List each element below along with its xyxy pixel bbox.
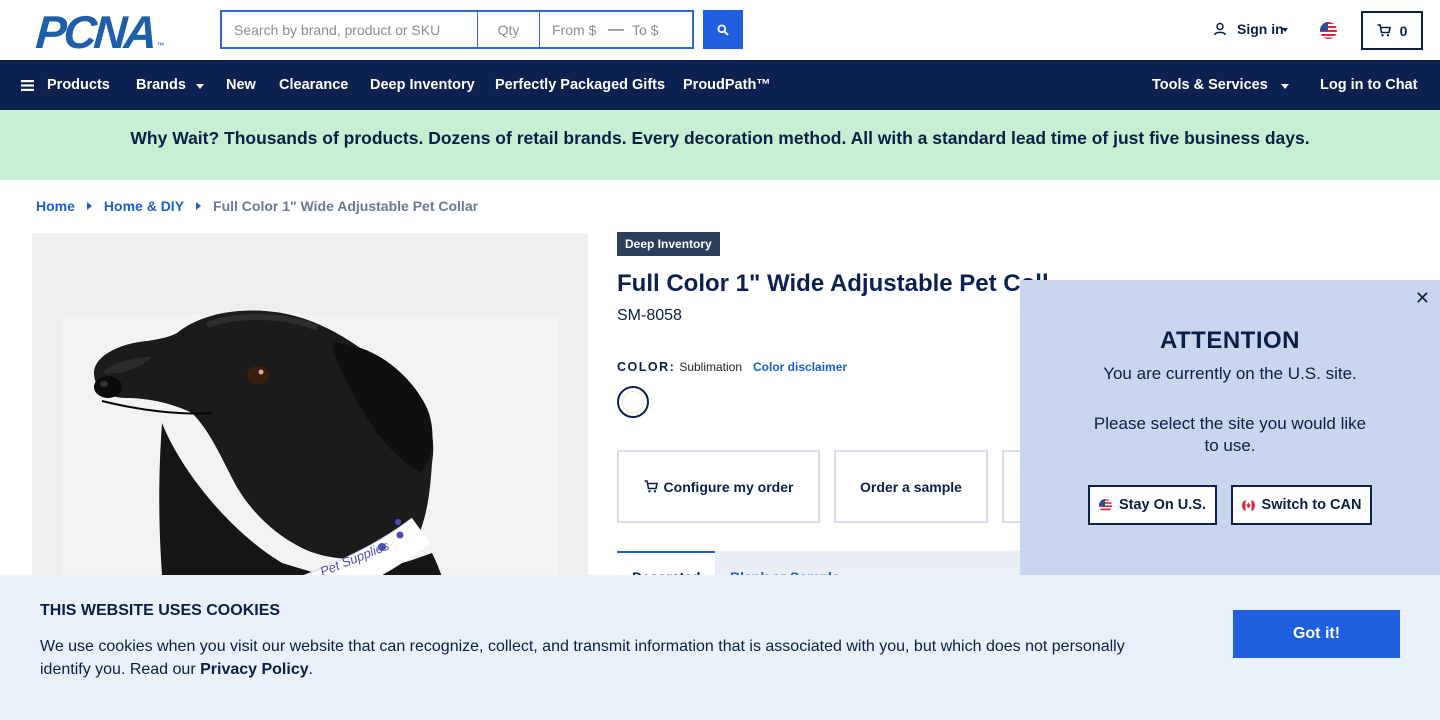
product-sku: SM-8058 [617,307,682,324]
popup-title: ATTENTION [1159,327,1301,354]
search-icon [717,24,729,36]
site-header: PCNA ™ — Sign in [0,0,1440,60]
nav-tools-label: Tools & Services [1152,77,1268,93]
site-select-popup: ✕ ATTENTION You are currently on the U.S… [1020,280,1440,575]
price-range-dash: — [608,20,624,38]
canada-flag-icon [1241,498,1255,512]
popup-current-site-text: You are currently on the U.S. site. [1103,364,1357,383]
breadcrumb-separator-icon [86,202,92,210]
order-sample-label: Order a sample [860,478,962,495]
search-input[interactable] [222,12,478,47]
nav-gifts[interactable]: Perfectly Packaged Gifts [495,60,665,110]
us-flag-icon[interactable] [1320,22,1337,39]
color-row: COLOR: Sublimation Color disclaimer [617,360,847,374]
hamburger-icon [21,79,34,91]
configure-order-label: Configure my order [663,478,794,495]
stay-us-label: Stay On U.S. [1118,497,1207,513]
sign-in-label: Sign in [1237,21,1284,37]
user-icon [1213,22,1227,36]
price-from-input[interactable] [540,12,606,47]
cookie-end: . [308,661,314,678]
cookie-title: THIS WEBSITE USES COOKIES [40,602,281,619]
nav-brands-label: Brands [136,77,186,93]
cart-count: 0 [1399,22,1408,39]
price-to-input[interactable] [626,12,694,47]
pricing-tabs: Decorated Blank or Sample [617,551,1020,577]
close-icon[interactable]: ✕ [1415,288,1430,309]
promo-text: Why Wait? Thousands of products. Dozens … [130,127,1310,148]
nav-products[interactable]: Products [21,60,110,110]
product-title: Full Color 1" Wide Adjustable Pet Coll [617,270,1049,297]
nav-proudpath[interactable]: ProudPath™ [683,60,771,110]
logo-text: PCNA [34,6,157,58]
order-sample-button[interactable]: Order a sample [834,450,988,523]
cart-button[interactable]: 0 [1361,11,1423,50]
cookie-text: We use cookies when you visit our websit… [40,635,1150,681]
promo-banner: Why Wait? Thousands of products. Dozens … [0,110,1440,180]
cookie-banner: THIS WEBSITE USES COOKIES We use cookies… [0,575,1440,720]
nav-chat[interactable]: Log in to Chat [1320,60,1417,110]
nav-products-label: Products [47,77,110,93]
color-disclaimer-link[interactable]: Color disclaimer [753,360,847,374]
cart-icon [1377,24,1391,37]
stay-us-button[interactable]: Stay On U.S. [1088,485,1217,525]
color-swatch-sublimation[interactable] [617,386,649,418]
pcna-logo[interactable]: PCNA ™ [34,6,165,58]
privacy-policy-link[interactable]: Privacy Policy [200,661,309,678]
breadcrumb-home-diy[interactable]: Home & DIY [104,198,184,214]
sign-in-caret-icon [1281,28,1288,32]
breadcrumb-current: Full Color 1" Wide Adjustable Pet Collar [213,198,479,214]
search-bar: — [220,10,694,49]
switch-can-button[interactable]: Switch to CAN [1231,485,1372,525]
configure-order-button[interactable]: Configure my order [617,450,820,523]
chevron-down-icon [1280,84,1289,89]
logo-trademark: ™ [156,41,165,50]
quantity-input[interactable] [478,12,540,47]
breadcrumb: Home Home & DIY Full Color 1" Wide Adjus… [36,198,478,214]
deep-inventory-badge: Deep Inventory [617,232,720,256]
main-nav: Products Brands New Clearance Deep Inven… [0,60,1440,110]
swatch-fill [622,391,644,413]
switch-can-label: Switch to CAN [1261,497,1362,513]
chevron-down-icon [195,84,204,89]
cart-icon [644,480,658,493]
nav-brands[interactable]: Brands [136,60,204,110]
search-button[interactable] [703,10,743,49]
nav-deep-inventory[interactable]: Deep Inventory [370,60,475,110]
color-value: Sublimation [679,360,743,374]
us-flag-icon [1098,498,1112,512]
nav-clearance[interactable]: Clearance [279,60,348,110]
popup-select-text: Please select the site you would like to… [1093,414,1367,455]
sign-in-button[interactable]: Sign in [1213,21,1288,37]
breadcrumb-home[interactable]: Home [36,198,75,214]
tab-decorated[interactable]: Decorated [617,551,715,577]
got-it-button[interactable]: Got it! [1233,610,1400,658]
nav-new[interactable]: New [226,60,256,110]
color-label: COLOR: [617,360,676,374]
breadcrumb-separator-icon [196,202,202,210]
nav-tools-services[interactable]: Tools & Services [1152,60,1289,110]
